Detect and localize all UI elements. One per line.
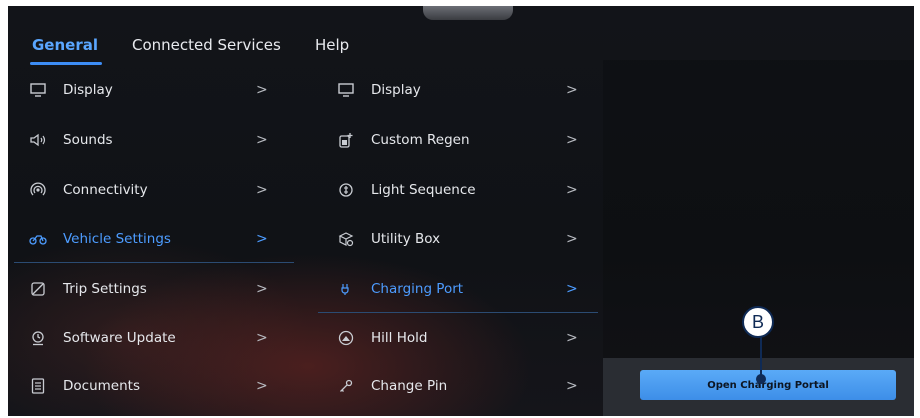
callout-line <box>760 336 762 378</box>
menu-item-display-vehicle[interactable]: Display > <box>336 70 596 110</box>
menu-item-connectivity[interactable]: Connectivity > <box>28 170 288 210</box>
hill-hold-icon <box>336 328 356 348</box>
menu-item-label: Custom Regen <box>371 132 470 148</box>
chevron-right-icon: > <box>566 330 578 346</box>
open-charging-portal-button[interactable]: Open Charging Portal <box>640 370 896 400</box>
callout-dot <box>756 374 766 384</box>
chevron-right-icon: > <box>566 281 578 297</box>
regen-icon <box>336 130 356 150</box>
settings-screen: General Connected Services Help Display … <box>8 6 914 416</box>
trip-icon <box>28 279 48 299</box>
monitor-icon <box>28 80 48 100</box>
vehicle-icon <box>28 229 48 249</box>
menu-item-light-sequence[interactable]: Light Sequence > <box>336 170 596 210</box>
menu-item-hill-hold[interactable]: Hill Hold > <box>336 318 596 358</box>
menu-item-label: Connectivity <box>63 182 148 198</box>
chevron-right-icon: > <box>566 182 578 198</box>
menu-item-software-update[interactable]: Software Update > <box>28 318 288 358</box>
chevron-right-icon: > <box>566 231 578 247</box>
charging-icon <box>336 279 356 299</box>
monitor-icon <box>336 80 356 100</box>
menu-item-label: Hill Hold <box>371 330 428 346</box>
tab-connected-services[interactable]: Connected Services <box>132 36 281 54</box>
update-icon <box>28 328 48 348</box>
speaker-icon <box>28 130 48 150</box>
chevron-right-icon: > <box>566 132 578 148</box>
key-icon <box>336 376 356 396</box>
top-handle <box>423 6 513 20</box>
menu-item-display[interactable]: Display > <box>28 70 288 110</box>
menu-item-vehicle-settings[interactable]: Vehicle Settings > <box>28 219 288 259</box>
menu-item-change-pin[interactable]: Change Pin > <box>336 366 596 406</box>
chevron-right-icon: > <box>256 82 268 98</box>
menu-item-label: Documents <box>63 378 140 394</box>
chevron-right-icon: > <box>566 378 578 394</box>
light-icon <box>336 180 356 200</box>
menu-item-label: Display <box>63 82 113 98</box>
menu-item-sounds[interactable]: Sounds > <box>28 120 288 160</box>
menu-item-label: Change Pin <box>371 378 448 394</box>
wireless-icon <box>28 180 48 200</box>
box-icon <box>336 229 356 249</box>
selection-divider <box>14 262 294 263</box>
menu-item-label: Vehicle Settings <box>63 231 171 247</box>
menu-item-label: Trip Settings <box>63 281 147 297</box>
menu-item-custom-regen[interactable]: Custom Regen > <box>336 120 596 160</box>
active-tab-indicator <box>30 62 102 65</box>
menu-item-charging-port[interactable]: Charging Port > <box>336 269 596 309</box>
menu-item-label: Charging Port <box>371 281 464 297</box>
document-icon <box>28 376 48 396</box>
menu-item-label: Display <box>371 82 421 98</box>
menu-item-label: Utility Box <box>371 231 441 247</box>
chevron-right-icon: > <box>256 281 268 297</box>
selection-divider <box>318 312 598 313</box>
chevron-right-icon: > <box>256 330 268 346</box>
menu-item-utility-box[interactable]: Utility Box > <box>336 219 596 259</box>
menu-item-label: Sounds <box>63 132 113 148</box>
tab-general[interactable]: General <box>32 36 98 54</box>
tab-help[interactable]: Help <box>315 36 349 54</box>
menu-item-trip-settings[interactable]: Trip Settings > <box>28 269 288 309</box>
menu-item-documents[interactable]: Documents > <box>28 366 288 406</box>
chevron-right-icon: > <box>566 82 578 98</box>
menu-item-label: Software Update <box>63 330 176 346</box>
chevron-right-icon: > <box>256 378 268 394</box>
callout-marker: B <box>742 306 774 338</box>
chevron-right-icon: > <box>256 231 268 247</box>
menu-item-label: Light Sequence <box>371 182 476 198</box>
chevron-right-icon: > <box>256 132 268 148</box>
chevron-right-icon: > <box>256 182 268 198</box>
